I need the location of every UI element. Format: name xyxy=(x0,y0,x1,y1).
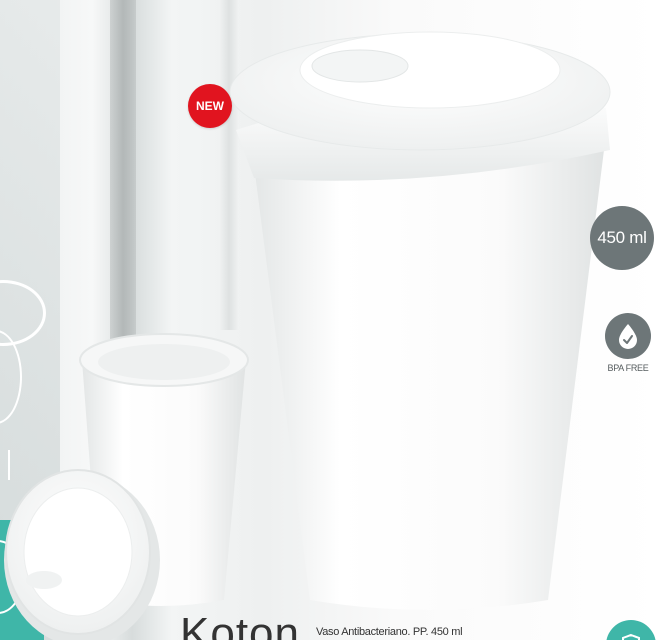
shield-icon xyxy=(622,633,640,640)
main-cup-body xyxy=(252,150,604,610)
bpa-free-label: BPA FREE xyxy=(607,363,649,373)
small-cup-inner xyxy=(98,344,230,380)
product-scene: NEW 450 ml BPA FREE Koton Vaso Antibacte… xyxy=(0,0,661,640)
new-badge: NEW xyxy=(188,84,232,128)
cups-illustration xyxy=(4,31,611,640)
water-drop-check-icon xyxy=(605,313,651,359)
product-description: Vaso Antibacteriano. PP. 450 ml xyxy=(316,626,463,638)
product-name: Koton xyxy=(180,609,300,640)
main-cup-lid-opening xyxy=(311,49,409,83)
detached-lid-inner xyxy=(23,487,133,617)
water-drop-check-icon xyxy=(619,324,637,349)
capacity-badge: 450 ml xyxy=(590,206,654,270)
detached-lid-opening xyxy=(26,571,62,589)
